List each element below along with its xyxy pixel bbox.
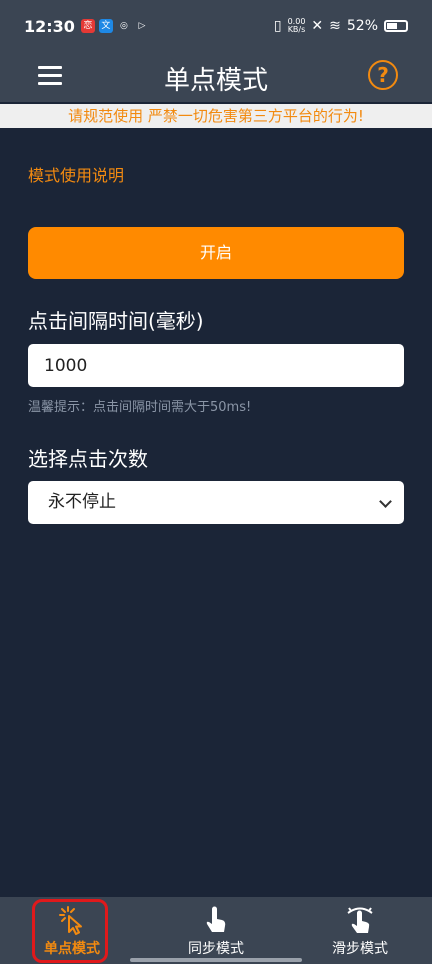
status-right: ▯ 0.00 KB/s ✕ ≋ 52% <box>274 18 408 34</box>
net-speed: 0.00 KB/s <box>288 18 306 34</box>
vibrate-icon: ▯ <box>273 18 282 34</box>
nav-item-single-tap[interactable]: 单点模式 <box>0 897 144 964</box>
red-app-icon: 恋 <box>80 19 95 33</box>
battery-icon <box>384 20 408 32</box>
blue-app-icon: 文 <box>98 19 113 33</box>
count-label: 选择点击次数 <box>28 447 148 471</box>
help-icon[interactable]: ? <box>368 60 398 90</box>
count-select[interactable]: 永不停止 <box>28 481 404 524</box>
interval-hint: 温馨提示：点击间隔时间需大于50ms! <box>28 400 252 415</box>
battery-percent: 52% <box>346 18 378 34</box>
wifi-icon: ≋ <box>329 18 341 34</box>
active-highlight <box>32 899 108 963</box>
instructions-link[interactable]: 模式使用说明 <box>28 162 124 186</box>
page-title: 单点模式 <box>163 66 268 96</box>
play-app-icon: ▷ <box>138 21 146 31</box>
interval-input[interactable] <box>28 344 404 387</box>
finger-tap-icon <box>206 906 226 932</box>
nav-label-swipe: 滑步模式 <box>332 941 388 957</box>
status-bar: 12:30 恋 文 ◎ ▷ ▯ 0.00 KB/s ✕ ≋ 52% <box>0 0 432 52</box>
nav-label-sync: 同步模式 <box>188 941 244 957</box>
start-button[interactable]: 开启 <box>28 227 404 279</box>
bottom-nav: 单点模式 同步模式 滑步模式 <box>0 897 432 964</box>
status-app-icons: 恋 文 ◎ ▷ <box>80 19 149 33</box>
status-time: 12:30 <box>24 16 75 36</box>
chevron-down-icon <box>379 495 392 508</box>
finger-swipe-icon <box>347 907 373 933</box>
count-selected-value: 永不停止 <box>48 492 116 512</box>
app-header: 单点模式 ? <box>0 52 432 102</box>
interval-label: 点击间隔时间(毫秒) <box>28 309 204 333</box>
home-indicator[interactable] <box>130 958 302 962</box>
net-speed-unit: KB/s <box>287 25 306 34</box>
nav-item-sync[interactable]: 同步模式 <box>144 897 288 964</box>
swirl-app-icon: ◎ <box>120 21 128 31</box>
nav-item-swipe[interactable]: 滑步模式 <box>288 897 432 964</box>
nfc-icon: ✕ <box>311 18 324 34</box>
warning-banner: 请规范使用 严禁一切危害第三方平台的行为! <box>0 104 432 128</box>
